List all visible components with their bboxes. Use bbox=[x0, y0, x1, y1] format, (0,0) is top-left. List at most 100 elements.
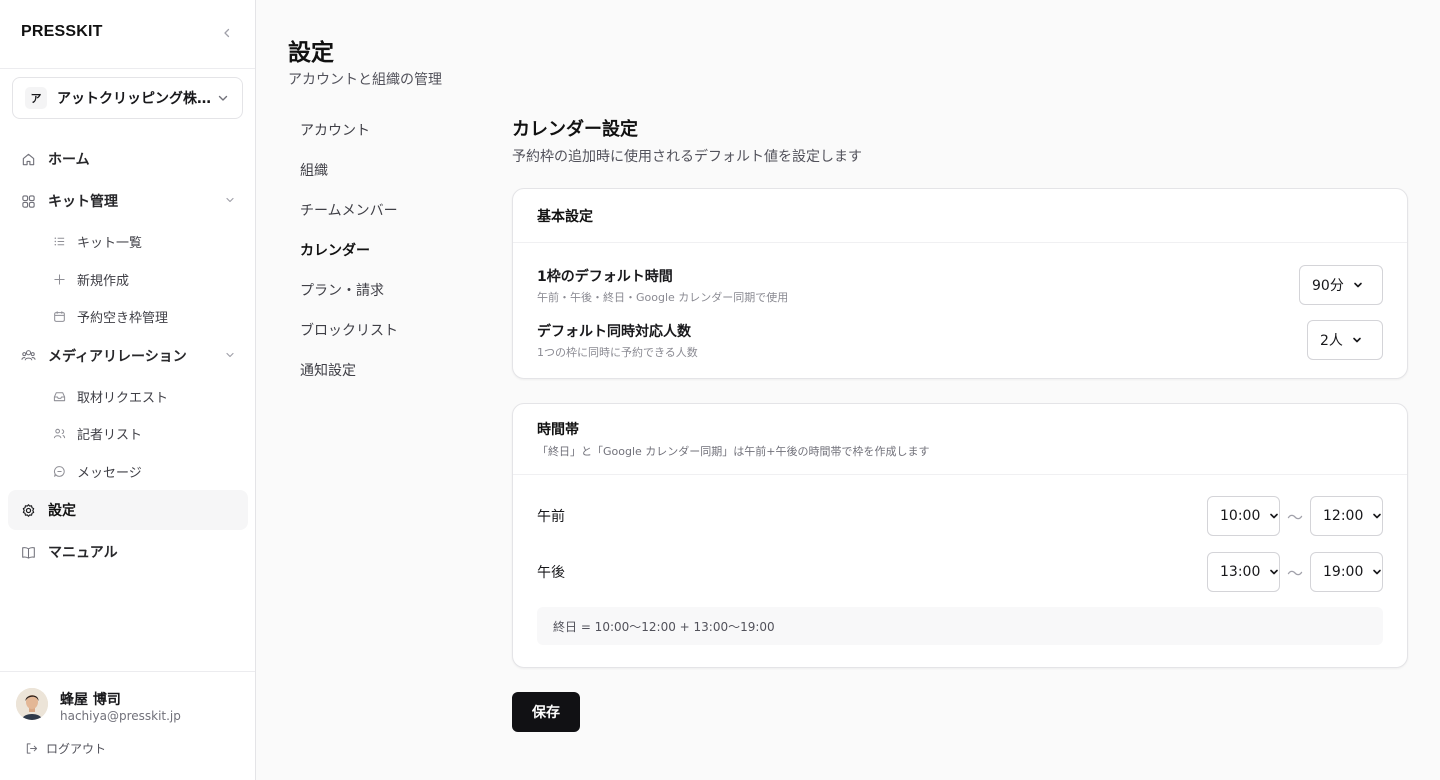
message-icon bbox=[52, 464, 66, 478]
duration-label: 1枠のデフォルト時間 bbox=[537, 268, 673, 285]
grid-icon bbox=[20, 193, 36, 209]
card-title: 時間帯 bbox=[537, 422, 579, 438]
user-email: hachiya@presskit.jp bbox=[60, 709, 181, 723]
main-nav: ホーム キット管理 キット一覧 新規作成 予約空き枠管理 メディアリレーション … bbox=[8, 139, 248, 574]
logout-label: ログアウト bbox=[46, 742, 107, 756]
logout-button[interactable]: ログアウト bbox=[24, 740, 106, 757]
chevron-down-icon bbox=[1268, 510, 1280, 522]
select-value: 10:00 bbox=[1220, 508, 1261, 524]
plus-icon bbox=[52, 272, 66, 286]
nav-item-home[interactable]: ホーム bbox=[8, 139, 248, 179]
card-hint: 「終日」と「Google カレンダー同期」は午前+午後の時間帯で枠を作成します bbox=[537, 445, 930, 458]
org-switcher[interactable]: ア アットクリッピング株式会社 bbox=[12, 77, 243, 119]
logout-icon bbox=[24, 742, 38, 756]
section-title: カレンダー設定 bbox=[512, 119, 638, 140]
chevron-down-icon bbox=[216, 91, 230, 105]
capacity-select[interactable]: 2人 bbox=[1307, 320, 1383, 360]
divider bbox=[0, 671, 255, 672]
user-group-icon bbox=[52, 427, 66, 441]
user-name: 蜂屋 博司 bbox=[60, 692, 121, 708]
nav-item-media[interactable]: メディアリレーション bbox=[8, 336, 248, 376]
select-value: 90分 bbox=[1312, 278, 1344, 294]
divider bbox=[0, 68, 255, 69]
duration-select[interactable]: 90分 bbox=[1299, 265, 1383, 305]
nav-label: 予約空き枠管理 bbox=[77, 311, 169, 327]
sidebar: PRESSKIT ア アットクリッピング株式会社 ホーム キット管理 bbox=[0, 0, 256, 780]
select-value: 12:00 bbox=[1323, 508, 1364, 524]
nav-label: 新規作成 bbox=[77, 273, 130, 289]
nav-item-media-requests[interactable]: 取材リクエスト bbox=[8, 378, 248, 416]
nav-item-media-messages[interactable]: メッセージ bbox=[8, 453, 248, 491]
chevron-down-icon bbox=[224, 349, 236, 361]
org-name: アットクリッピング株式会社 bbox=[57, 91, 212, 107]
card-title: 基本設定 bbox=[537, 208, 593, 225]
org-avatar: ア bbox=[25, 87, 47, 109]
nav-label: 記者リスト bbox=[77, 428, 143, 444]
save-button[interactable]: 保存 bbox=[512, 692, 580, 732]
nav-label: 設定 bbox=[48, 503, 76, 519]
nav-item-media-reporters[interactable]: 記者リスト bbox=[8, 415, 248, 453]
timeslots-card: 時間帯 「終日」と「Google カレンダー同期」は午前+午後の時間帯で枠を作成… bbox=[512, 403, 1408, 668]
nav-item-settings[interactable]: 設定 bbox=[8, 490, 248, 530]
morning-start-select[interactable]: 10:00 bbox=[1207, 496, 1280, 536]
afternoon-label: 午後 bbox=[537, 565, 565, 581]
page-subtitle: アカウントと組織の管理 bbox=[288, 72, 442, 88]
chevron-down-icon bbox=[1371, 510, 1383, 522]
select-value: 2人 bbox=[1320, 333, 1343, 349]
chevron-down-icon bbox=[1268, 566, 1280, 578]
chevron-down-icon bbox=[1352, 279, 1364, 291]
brand-logo[interactable]: PRESSKIT bbox=[21, 23, 103, 41]
basic-settings-card: 基本設定 1枠のデフォルト時間 午前・午後・終日・Google カレンダー同期で… bbox=[512, 188, 1408, 379]
settings-nav-account[interactable]: アカウント bbox=[288, 110, 478, 150]
nav-label: メッセージ bbox=[77, 465, 142, 481]
chevron-down-icon bbox=[1351, 334, 1363, 346]
settings-nav-blocklist[interactable]: ブロックリスト bbox=[288, 310, 478, 350]
avatar[interactable] bbox=[16, 688, 48, 720]
inbox-icon bbox=[52, 389, 66, 403]
gear-icon bbox=[20, 502, 36, 518]
range-separator: 〜 bbox=[1286, 508, 1303, 527]
nav-label: 取材リクエスト bbox=[77, 390, 169, 406]
list-icon bbox=[52, 235, 66, 249]
afternoon-row: 午後 13:00 〜 19:00 bbox=[537, 552, 1383, 592]
home-icon bbox=[20, 151, 36, 167]
settings-nav-notifications[interactable]: 通知設定 bbox=[288, 350, 478, 390]
nav-item-kit-slots[interactable]: 予約空き枠管理 bbox=[8, 298, 248, 336]
afternoon-end-select[interactable]: 19:00 bbox=[1310, 552, 1383, 592]
settings-nav-organization[interactable]: 組織 bbox=[288, 150, 478, 190]
capacity-label: デフォルト同時対応人数 bbox=[537, 323, 691, 340]
morning-end-select[interactable]: 12:00 bbox=[1310, 496, 1383, 536]
page-title: 設定 bbox=[288, 40, 334, 66]
settings-nav: アカウント 組織 チームメンバー カレンダー プラン・請求 ブロックリスト 通知… bbox=[288, 110, 478, 390]
section-description: 予約枠の追加時に使用されるデフォルト値を設定します bbox=[512, 149, 862, 165]
chevron-down-icon bbox=[224, 194, 236, 206]
card-header: 基本設定 bbox=[513, 189, 1407, 243]
chevron-down-icon bbox=[1371, 566, 1383, 578]
select-value: 19:00 bbox=[1323, 564, 1364, 580]
book-icon bbox=[20, 544, 36, 560]
chevron-left-icon bbox=[224, 28, 230, 38]
settings-nav-team-members[interactable]: チームメンバー bbox=[288, 190, 478, 230]
nav-label: ホーム bbox=[48, 152, 90, 168]
capacity-row: デフォルト同時対応人数 1つの枠に同時に予約できる人数 2人 bbox=[537, 320, 1383, 360]
range-separator: 〜 bbox=[1286, 564, 1303, 583]
nav-item-kit-list[interactable]: キット一覧 bbox=[8, 223, 248, 261]
settings-nav-calendar[interactable]: カレンダー bbox=[288, 230, 478, 270]
morning-label: 午前 bbox=[537, 509, 565, 525]
nav-item-kit[interactable]: キット管理 bbox=[8, 181, 248, 221]
afternoon-start-select[interactable]: 13:00 bbox=[1207, 552, 1280, 592]
card-header: 時間帯 「終日」と「Google カレンダー同期」は午前+午後の時間帯で枠を作成… bbox=[513, 404, 1407, 475]
collapse-sidebar-button[interactable] bbox=[218, 24, 236, 42]
nav-item-kit-new[interactable]: 新規作成 bbox=[8, 261, 248, 299]
select-value: 13:00 bbox=[1220, 564, 1261, 580]
calendar-icon bbox=[52, 310, 66, 324]
nav-label: メディアリレーション bbox=[48, 348, 187, 365]
duration-row: 1枠のデフォルト時間 午前・午後・終日・Google カレンダー同期で使用 90… bbox=[537, 265, 1383, 305]
nav-item-manual[interactable]: マニュアル bbox=[8, 532, 248, 572]
duration-help: 午前・午後・終日・Google カレンダー同期で使用 bbox=[537, 290, 789, 304]
nav-label: キット一覧 bbox=[77, 236, 143, 252]
nav-label: キット管理 bbox=[48, 194, 118, 210]
nav-label: マニュアル bbox=[48, 545, 118, 561]
settings-nav-plan-billing[interactable]: プラン・請求 bbox=[288, 270, 478, 310]
users-icon bbox=[20, 348, 36, 364]
